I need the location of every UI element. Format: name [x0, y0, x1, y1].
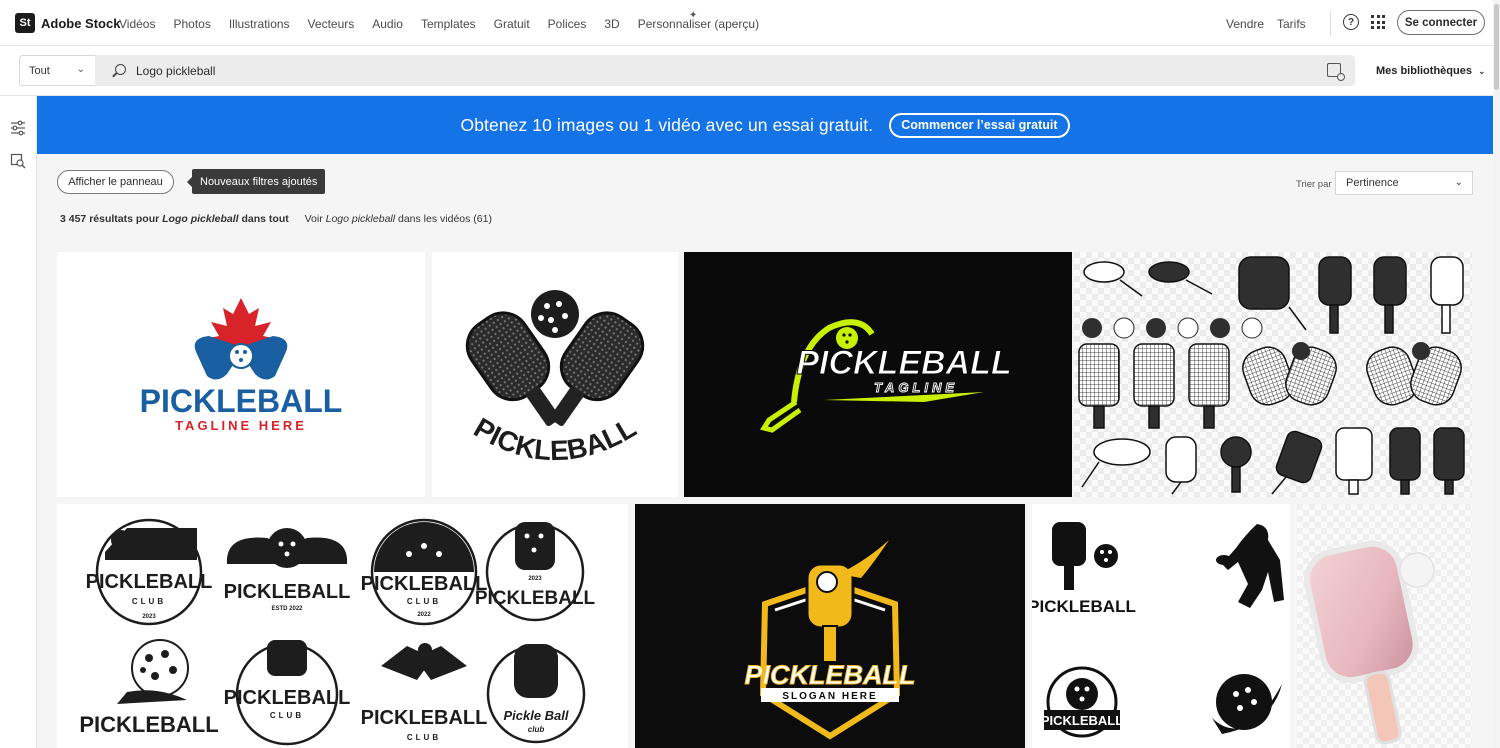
results-query: Logo pickleball: [162, 213, 239, 225]
results-summary: 3 457 résultats pour Logo pickleball dan…: [60, 213, 492, 225]
tile6-title: PICKLEBALL: [745, 660, 916, 690]
search-icon: [115, 64, 126, 75]
nav-divider: [1330, 10, 1331, 36]
nav-link-audio[interactable]: Audio: [372, 17, 403, 31]
promo-text: Obtenez 10 images ou 1 vidéo avec un ess…: [460, 114, 874, 135]
search-scope-value: Tout: [29, 64, 50, 77]
pink-paddle-3d: [1297, 504, 1472, 748]
badge1-title: PICKLEBALL: [86, 571, 213, 593]
chevron-down-icon: ⌄: [1454, 177, 1463, 188]
result-thumbnail-3[interactable]: PICKLEBALL TAGLINE: [684, 252, 1072, 497]
side-rail: [0, 96, 37, 748]
badge1-year: 2023: [142, 614, 156, 620]
sign-in-button[interactable]: Se connecter: [1397, 10, 1485, 35]
top-navigation: St Adobe Stock Vidéos Photos Illustratio…: [0, 0, 1500, 46]
badge1-sub: CLUB: [132, 597, 166, 606]
my-libraries-label: Mes bibliothèques: [1376, 65, 1472, 77]
result-thumbnail-1[interactable]: PICKLEBALL TAGLINE HERE: [57, 252, 425, 497]
tile3-tagline: TAGLINE: [874, 380, 958, 395]
nav-link-pricing[interactable]: Tarifs: [1277, 17, 1306, 31]
tile1-tagline: TAGLINE HERE: [175, 418, 307, 433]
badge7-sub: CLUB: [407, 733, 441, 742]
search-scope-dropdown[interactable]: Tout ⌄: [19, 55, 95, 86]
nav-link-3d[interactable]: 3D: [604, 17, 619, 31]
video-results-link[interactable]: Voir Logo pickleball dans les vidéos (61…: [305, 213, 492, 225]
gold-shield-pickleball-logo: PICKLEBALL SLOGAN HERE: [744, 540, 916, 740]
neon-pickleball-logo: PICKLEBALL TAGLINE: [760, 319, 1012, 433]
results-scope: dans tout: [241, 213, 289, 225]
visual-search-rail-icon[interactable]: [10, 153, 26, 169]
chevron-down-icon: ⌄: [76, 64, 85, 75]
pickleball-silhouettes: PICKLEBALL PICKLEBALL: [1032, 522, 1284, 738]
crossed-paddles-logo: PICKLEBALL: [465, 290, 645, 466]
nav-link-free[interactable]: Gratuit: [494, 17, 530, 31]
search-query-text: Logo pickleball: [136, 64, 216, 78]
result-thumbnail-5[interactable]: PICKLEBALL CLUB 2023 PICKLEBALL ESTD 202…: [57, 504, 628, 748]
sort-dropdown[interactable]: Pertinence ⌄: [1335, 171, 1473, 195]
paddle-silhouettes-set: [1074, 252, 1472, 497]
nav-link-customize[interactable]: Personnaliser (aperçu): [638, 17, 759, 31]
nav-link-vectors[interactable]: Vecteurs: [308, 17, 355, 31]
result-thumbnail-4[interactable]: [1074, 252, 1472, 497]
nav-link-photos[interactable]: Photos: [173, 17, 210, 31]
badge5-title: PICKLEBALL: [79, 712, 218, 737]
search-bar-row: Tout ⌄ Logo pickleball Mes bibliothèques…: [0, 46, 1500, 96]
tile7-title2: PICKLEBALL: [1041, 713, 1123, 728]
nav-link-templates[interactable]: Templates: [421, 17, 476, 31]
stock-logo-icon: St: [15, 13, 35, 33]
result-thumbnail-6[interactable]: PICKLEBALL SLOGAN HERE: [635, 504, 1025, 748]
help-icon[interactable]: ?: [1343, 14, 1359, 30]
results-count: 3 457 résultats pour: [60, 213, 160, 225]
result-thumbnail-7[interactable]: PICKLEBALL PICKLEBALL: [1032, 504, 1290, 748]
apps-grid-icon[interactable]: [1371, 15, 1385, 29]
my-libraries-button[interactable]: Mes bibliothèques ⌄: [1376, 65, 1486, 77]
app-name: Adobe Stock: [41, 15, 121, 31]
chevron-down-icon: ⌄: [1477, 66, 1486, 76]
badge7-title: PICKLEBALL: [361, 707, 488, 729]
sort-value: Pertinence: [1346, 177, 1399, 189]
badge2-title: PICKLEBALL: [224, 581, 351, 603]
badge8-title: Pickle Ball: [503, 708, 568, 723]
badge6-title: PICKLEBALL: [224, 687, 351, 709]
badge2-year: ESTD 2022: [271, 606, 303, 612]
results-area: Obtenez 10 images ou 1 vidéo avec un ess…: [37, 96, 1493, 748]
filters-sliders-icon[interactable]: [10, 120, 26, 136]
tile3-title: PICKLEBALL: [796, 344, 1011, 382]
nav-link-fonts[interactable]: Polices: [548, 17, 587, 31]
badge3-year: 2022: [417, 612, 431, 618]
nav-link-illustrations[interactable]: Illustrations: [229, 17, 290, 31]
adobe-stock-logo[interactable]: St Adobe Stock: [15, 13, 120, 33]
search-input[interactable]: Logo pickleball: [95, 55, 1355, 86]
promo-banner: Obtenez 10 images ou 1 vidéo avec un ess…: [37, 96, 1493, 154]
new-filters-tooltip: Nouveaux filtres ajoutés: [186, 169, 326, 194]
result-thumbnail-2[interactable]: PICKLEBALL: [432, 252, 678, 497]
pickleball-badges-set: PICKLEBALL CLUB 2023 PICKLEBALL ESTD 202…: [79, 518, 596, 746]
maple-leaf-pickleball-logo: PICKLEBALL TAGLINE HERE: [140, 298, 343, 433]
tile1-title: PICKLEBALL: [140, 383, 343, 419]
badge8-sub: club: [528, 725, 545, 734]
badge6-sub: CLUB: [270, 711, 304, 720]
scrollbar-thumb[interactable]: [1494, 4, 1499, 90]
visual-search-icon[interactable]: [1327, 63, 1345, 81]
badge3-sub: CLUB: [407, 597, 441, 606]
tile6-tagline: SLOGAN HERE: [782, 691, 877, 702]
show-panel-button[interactable]: Afficher le panneau: [57, 170, 174, 194]
tile7-title1: PICKLEBALL: [1032, 597, 1136, 616]
badge4-year: 2023: [528, 576, 542, 582]
sort-label: Trier par: [1296, 179, 1332, 190]
nav-link-sell[interactable]: Vendre: [1226, 17, 1264, 31]
nav-links: Vidéos Photos Illustrations Vecteurs Aud…: [119, 17, 777, 31]
result-thumbnail-8[interactable]: [1297, 504, 1472, 748]
start-trial-button[interactable]: Commencer l’essai gratuit: [889, 112, 1070, 138]
nav-link-videos[interactable]: Vidéos: [119, 17, 155, 31]
badge3-title: PICKLEBALL: [361, 573, 488, 595]
badge4-title: PICKLEBALL: [475, 588, 596, 609]
page-scrollbar[interactable]: [1493, 0, 1500, 748]
sparkle-icon: ✦: [689, 10, 698, 21]
